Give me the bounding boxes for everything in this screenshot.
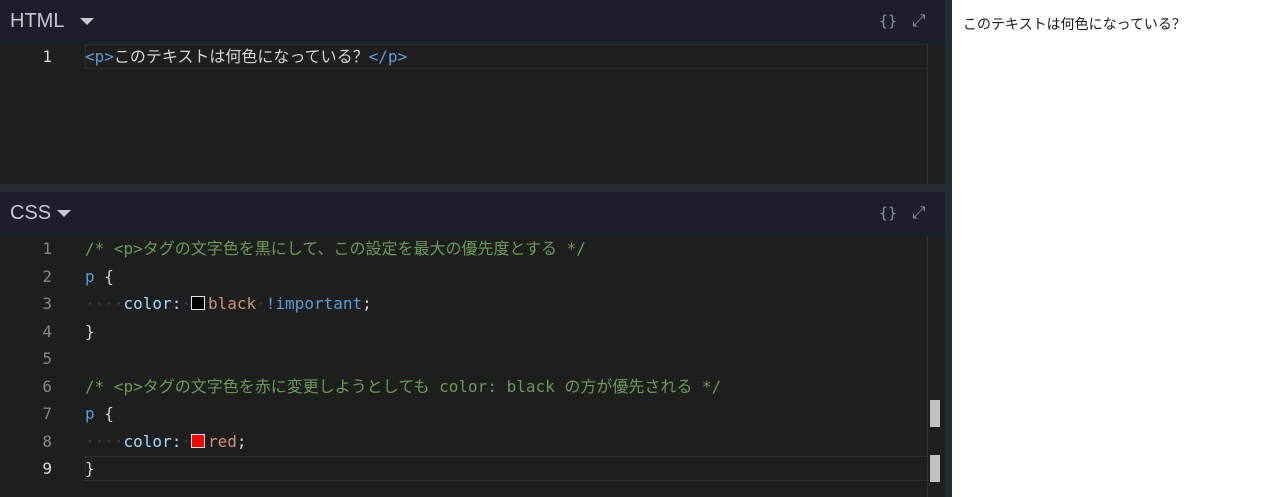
css-panel-title[interactable]: CSS	[10, 192, 51, 235]
format-code-icon[interactable]: {}	[879, 192, 897, 235]
line-number: 4	[42, 322, 52, 341]
semicolon: ;	[236, 432, 247, 451]
code-text: p {	[85, 263, 114, 290]
property: color:	[123, 294, 182, 313]
code-line: 6 /* <p>タグの文字色を赤に変更しようとしても color: black …	[0, 373, 928, 400]
comment: /* <p>タグの文字色を黒にして、この設定を最大の優先度とする */	[85, 239, 586, 258]
line-number: 1	[42, 47, 52, 66]
html-panel-header: HTML {} ⤢	[0, 0, 945, 43]
whitespace: ·	[256, 294, 266, 313]
close-tag: </p>	[368, 47, 408, 66]
code-line: 1 <p>このテキストは何色になっている？</p>	[0, 43, 928, 70]
semicolon: ;	[362, 294, 372, 313]
code-line: 7 p {	[0, 400, 928, 427]
code-text: <p>このテキストは何色になっている？</p>	[85, 43, 407, 70]
line-number: 5	[42, 349, 52, 368]
line-number: 8	[42, 432, 52, 451]
property: color:	[123, 432, 182, 451]
line-number: 7	[42, 404, 52, 423]
paragraph-text: このテキストは何色になっている？	[113, 47, 369, 66]
editor-column: HTML {} ⤢ 1 <p>このテキストは何色になっている？</p> CSS …	[0, 0, 952, 497]
scrollbar[interactable]	[927, 43, 945, 184]
code-line: 2 p {	[0, 263, 928, 290]
expand-icon[interactable]: ⤢	[912, 192, 926, 235]
css-code-editor[interactable]: 1 /* <p>タグの文字色を黒にして、この設定を最大の優先度とする */ 2 …	[0, 235, 945, 497]
code-text: ····color:· black·!important;	[85, 290, 372, 317]
css-panel-header: CSS {} ⤢	[0, 192, 945, 235]
whitespace: ·	[181, 432, 191, 451]
html-panel-title[interactable]: HTML	[10, 0, 64, 43]
whitespace: ·	[181, 294, 191, 313]
code-line: 5	[0, 345, 928, 372]
line-number: 1	[42, 239, 52, 258]
format-code-icon[interactable]: {}	[879, 0, 897, 43]
line-number: 2	[42, 267, 52, 286]
html-panel: HTML {} ⤢ 1 <p>このテキストは何色になっている？</p>	[0, 0, 945, 184]
code-text: ····color:· red;	[85, 428, 247, 455]
code-line: 9 }	[0, 455, 928, 482]
line-number: 6	[42, 377, 52, 396]
brace: {	[94, 404, 114, 423]
expand-icon[interactable]: ⤢	[912, 0, 926, 43]
preview-text: このテキストは何色になっている？	[963, 17, 1186, 33]
scrollbar-thumb[interactable]	[930, 400, 940, 427]
css-panel: CSS {} ⤢ 1 /* <p>タグの文字色を黒にして、この設定を最大の優先度…	[0, 192, 945, 497]
color-swatch-icon[interactable]	[190, 296, 205, 310]
html-code-editor[interactable]: 1 <p>このテキストは何色になっている？</p>	[0, 43, 945, 184]
line-number: 3	[42, 294, 52, 313]
scrollbar-thumb[interactable]	[930, 455, 940, 482]
brace: {	[94, 267, 114, 286]
chevron-down-icon[interactable]	[80, 18, 94, 25]
comment: /* <p>タグの文字色を赤に変更しようとしても color: black の方…	[85, 377, 722, 396]
value: red	[207, 432, 237, 451]
scrollbar[interactable]	[927, 235, 945, 497]
line-number: 9	[42, 459, 52, 478]
panel-divider[interactable]	[945, 0, 952, 497]
code-line: 1 /* <p>タグの文字色を黒にして、この設定を最大の優先度とする */	[0, 235, 928, 262]
value: black	[207, 294, 257, 313]
brace: }	[85, 322, 95, 341]
brace: }	[85, 459, 95, 478]
code-line: 3 ····color:· black·!important;	[0, 290, 928, 317]
chevron-down-icon[interactable]	[57, 210, 71, 217]
code-line: 4 }	[0, 318, 928, 345]
active-line-highlight	[85, 456, 928, 481]
indent-guide: ····	[85, 294, 124, 313]
code-text: p {	[85, 400, 114, 427]
important-flag: !important	[265, 294, 363, 313]
code-line: 8 ····color:· red;	[0, 428, 928, 455]
indent-guide: ····	[85, 432, 124, 451]
color-swatch-icon[interactable]	[190, 434, 205, 448]
selector: p	[85, 267, 95, 286]
selector: p	[85, 404, 95, 423]
open-tag: <p>	[85, 47, 114, 66]
